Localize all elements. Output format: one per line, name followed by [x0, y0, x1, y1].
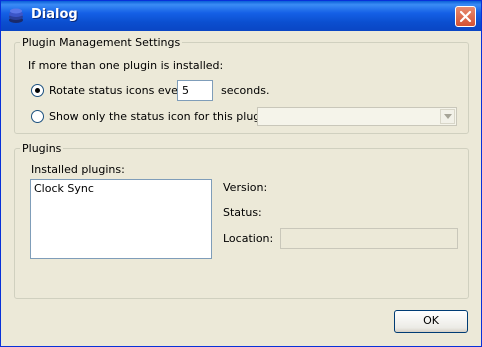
single-plugin-label[interactable]: Show only the status icon for this plugi… [49, 110, 274, 123]
installed-plugins-label: Installed plugins: [31, 163, 125, 176]
version-label: Version: [223, 181, 268, 194]
rotate-radio[interactable] [31, 84, 44, 97]
plugin-management-legend: Plugin Management Settings [22, 36, 181, 49]
multi-plugin-intro: If more than one plugin is installed: [28, 59, 224, 72]
title-bar[interactable]: Dialog [1, 1, 481, 31]
status-label: Status: [223, 206, 262, 219]
list-item[interactable]: Clock Sync [31, 180, 211, 197]
plugins-legend: Plugins [22, 142, 62, 155]
close-icon [459, 10, 472, 23]
installed-plugins-list[interactable]: Clock Sync [30, 179, 212, 259]
ok-button[interactable]: OK [394, 310, 468, 333]
plugin-select-dropdown-button[interactable] [440, 109, 455, 124]
app-icon [7, 7, 25, 25]
plugin-select[interactable] [257, 107, 457, 126]
window-title: Dialog [31, 7, 78, 22]
location-field[interactable] [280, 228, 458, 249]
dialog-window: Dialog Plugin Management Settings If mor… [0, 0, 482, 347]
rotate-label[interactable]: Rotate status icons every [49, 84, 189, 97]
chevron-down-icon [444, 114, 452, 119]
location-label: Location: [223, 232, 274, 245]
close-button[interactable] [455, 6, 476, 27]
rotate-seconds-input[interactable] [177, 80, 213, 101]
ok-button-label: OK [423, 314, 439, 327]
single-plugin-radio[interactable] [31, 110, 44, 123]
seconds-label: seconds. [221, 84, 270, 97]
